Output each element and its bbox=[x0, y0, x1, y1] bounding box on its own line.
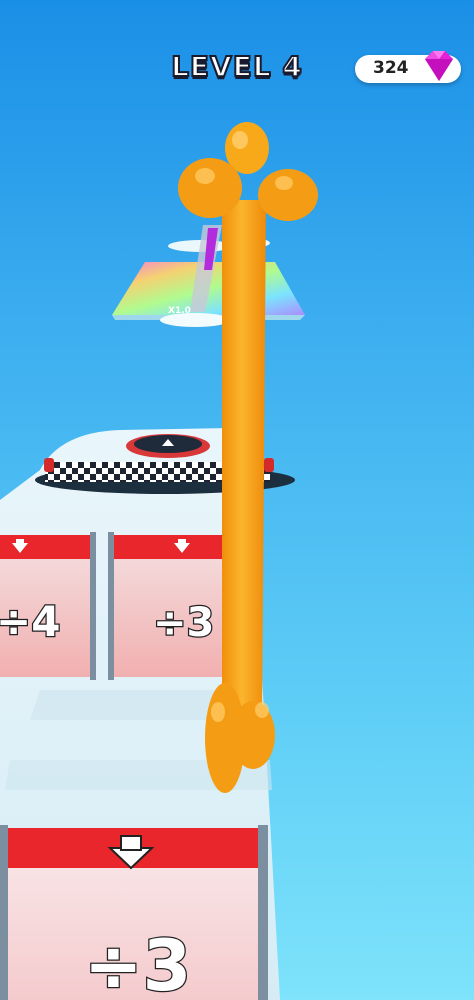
distant-platforms bbox=[112, 225, 305, 327]
pink-diamond-icon bbox=[425, 51, 453, 81]
gem-count: 324 bbox=[373, 58, 409, 78]
gate-bottom-label: ÷3 bbox=[84, 925, 191, 1000]
gem-counter: 324 bbox=[355, 51, 461, 83]
gate-right-mid-label: ÷3 bbox=[153, 600, 214, 646]
game-scene: X1.0 ÷4 ÷3 ÷3 bbox=[0, 122, 318, 1000]
multiplier-label: X1.0 bbox=[168, 306, 191, 316]
gate-left-mid-label: ÷4 bbox=[0, 597, 60, 646]
